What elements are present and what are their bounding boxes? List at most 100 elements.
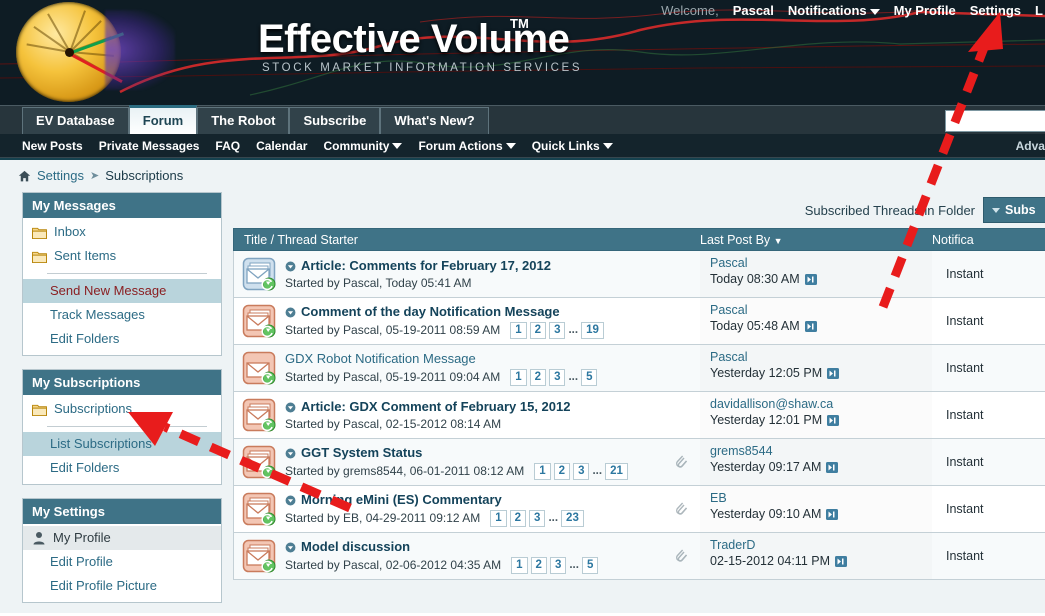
tab-whats-new[interactable]: What's New?	[380, 107, 489, 134]
goto-last-post-icon[interactable]	[804, 320, 817, 332]
tab-subscribe[interactable]: Subscribe	[289, 107, 381, 134]
sidebar-item-edit-folders-messages[interactable]: Edit Folders	[23, 327, 221, 351]
page-link[interactable]: 23	[561, 509, 584, 527]
page-link[interactable]: 19	[581, 321, 604, 339]
page-link[interactable]: 1	[511, 556, 528, 574]
thread-title-link[interactable]: Comment of the day Notification Message	[285, 304, 694, 319]
thread-title-link[interactable]: Article: GDX Comment of February 15, 201…	[285, 399, 694, 414]
table-row[interactable]: GGT System Status Started by grems8544, 0…	[233, 439, 1045, 486]
last-post-user-link[interactable]: EB	[710, 491, 932, 505]
page-link[interactable]: 3	[549, 321, 566, 339]
page-link[interactable]: 3	[549, 368, 566, 386]
page-ellipsis: ...	[592, 465, 603, 477]
search-input[interactable]	[945, 110, 1045, 132]
thread-menu-icon[interactable]	[285, 447, 296, 458]
nav-private-messages[interactable]: Private Messages	[99, 139, 200, 153]
table-row[interactable]: Morning eMini (ES) Commentary Started by …	[233, 486, 1045, 533]
thread-menu-icon[interactable]	[285, 260, 296, 272]
page-link[interactable]: 2	[530, 556, 547, 574]
page-links[interactable]: 1 2 3... 21	[534, 462, 628, 480]
thread-title-link[interactable]: Article: Comments for February 17, 2012	[285, 258, 694, 273]
tab-forum[interactable]: Forum	[128, 105, 198, 134]
nav-new-posts[interactable]: New Posts	[22, 139, 83, 153]
nav-faq[interactable]: FAQ	[215, 139, 240, 153]
person-icon	[32, 531, 46, 545]
sidebar-item-subscriptions[interactable]: Subscriptions	[23, 397, 221, 421]
last-post-time: Yesterday 12:01 PM	[710, 413, 932, 427]
sidebar-item-track-messages[interactable]: Track Messages	[23, 303, 221, 327]
sidebar-item-list-subscriptions[interactable]: List Subscriptions	[23, 432, 221, 456]
thread-cell: Comment of the day Notification Message S…	[234, 298, 700, 344]
sidebar-item-inbox[interactable]: Inbox	[23, 220, 221, 244]
goto-last-post-icon[interactable]	[826, 461, 839, 473]
goto-last-post-icon[interactable]	[826, 508, 839, 520]
logout-link[interactable]: L	[1035, 3, 1043, 18]
sidebar-item-send-new-message[interactable]: Send New Message	[23, 279, 221, 303]
goto-last-post-icon[interactable]	[827, 414, 840, 426]
breadcrumb-settings[interactable]: Settings	[37, 168, 84, 183]
table-row[interactable]: GDX Robot Notification Message Started by…	[233, 345, 1045, 392]
notifications-menu[interactable]: Notifications	[788, 3, 880, 18]
last-post-user-link[interactable]: davidallison@shaw.ca	[710, 397, 932, 411]
folder-dropdown-button[interactable]: Subs	[983, 197, 1045, 223]
page-links[interactable]: 1 2 3... 5	[511, 556, 599, 574]
settings-link[interactable]: Settings	[970, 3, 1021, 18]
table-row[interactable]: Comment of the day Notification Message S…	[233, 298, 1045, 345]
sidebar-item-sent-items[interactable]: Sent Items	[23, 244, 221, 268]
thread-menu-icon[interactable]	[285, 401, 296, 413]
page-link[interactable]: 2	[553, 462, 571, 480]
tab-ev-database[interactable]: EV Database	[22, 107, 129, 134]
page-link[interactable]: 2	[509, 509, 527, 527]
sidebar-item-my-profile[interactable]: My Profile	[23, 526, 221, 550]
column-header-last-post[interactable]: Last Post By ▼	[700, 233, 932, 247]
sidebar-item-edit-profile-picture[interactable]: Edit Profile Picture	[23, 574, 221, 598]
last-post-user-link[interactable]: Pascal	[710, 256, 932, 270]
tab-the-robot[interactable]: The Robot	[197, 107, 290, 134]
page-link[interactable]: 1	[510, 321, 527, 339]
thread-title-link[interactable]: Morning eMini (ES) Commentary	[285, 492, 665, 507]
thread-menu-icon[interactable]	[285, 494, 296, 505]
thread-title-link[interactable]: GGT System Status	[285, 445, 665, 460]
nav-quick-links[interactable]: Quick Links	[532, 139, 613, 153]
thread-texts: Article: Comments for February 17, 2012 S…	[285, 258, 694, 290]
page-link[interactable]: 3	[529, 509, 546, 527]
page-link[interactable]: 1	[534, 462, 551, 480]
page-link[interactable]: 1	[490, 509, 507, 527]
table-row[interactable]: Article: GDX Comment of February 15, 201…	[233, 392, 1045, 439]
page-links[interactable]: 1 2 3... 5	[510, 368, 598, 386]
last-post-user-link[interactable]: Pascal	[710, 350, 932, 364]
goto-last-post-icon[interactable]	[804, 273, 817, 285]
nav-forum-actions[interactable]: Forum Actions	[418, 139, 516, 153]
page-link[interactable]: 1	[510, 368, 527, 386]
thread-menu-icon[interactable]	[285, 306, 296, 317]
page-link[interactable]: 3	[549, 556, 567, 574]
page-link[interactable]: 3	[573, 462, 590, 480]
page-link[interactable]: 5	[581, 368, 598, 386]
last-post-user-link[interactable]: grems8544	[710, 444, 932, 458]
advanced-search-link[interactable]: Advanc	[1016, 139, 1045, 153]
nav-calendar[interactable]: Calendar	[256, 139, 307, 153]
last-post-user-link[interactable]: Pascal	[710, 303, 932, 317]
column-header-title[interactable]: Title / Thread Starter	[234, 233, 700, 247]
page-link[interactable]: 2	[529, 321, 547, 339]
chevron-down-icon	[992, 207, 1000, 213]
goto-last-post-icon[interactable]	[835, 555, 847, 567]
thread-title-link[interactable]: Model discussion	[285, 539, 665, 554]
goto-last-post-icon[interactable]	[827, 367, 840, 379]
table-row[interactable]: Model discussion Started by Pascal, 02-06…	[233, 533, 1045, 580]
page-link[interactable]: 21	[605, 462, 628, 480]
sidebar-item-edit-profile[interactable]: Edit Profile	[23, 550, 221, 574]
home-icon[interactable]	[18, 170, 31, 183]
thread-title-link[interactable]: GDX Robot Notification Message	[285, 351, 694, 366]
page-link[interactable]: 5	[581, 556, 599, 574]
page-links[interactable]: 1 2 3... 19	[510, 321, 604, 339]
nav-community[interactable]: Community	[323, 139, 403, 153]
current-username-link[interactable]: Pascal	[733, 3, 774, 18]
sidebar-item-edit-folders-subscriptions[interactable]: Edit Folders	[23, 456, 221, 480]
thread-menu-icon[interactable]	[285, 541, 296, 552]
page-link[interactable]: 2	[529, 368, 547, 386]
my-profile-link[interactable]: My Profile	[894, 3, 956, 18]
table-row[interactable]: Article: Comments for February 17, 2012 S…	[233, 251, 1045, 298]
last-post-user-link[interactable]: TraderD	[710, 538, 932, 552]
page-links[interactable]: 1 2 3... 23	[490, 509, 584, 527]
